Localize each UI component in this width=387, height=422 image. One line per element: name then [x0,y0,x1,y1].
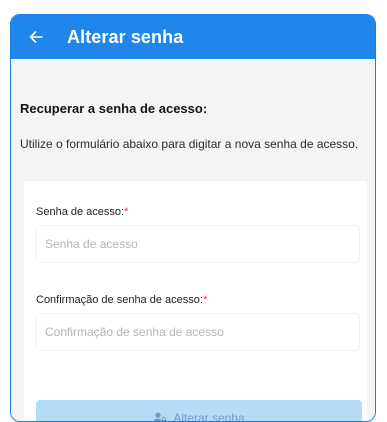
password-form-card: Senha de acesso:* Confirmação de senha d… [24,181,367,422]
required-mark: * [202,294,208,306]
section-description: Utilize o formulário abaixo para digitar… [20,137,359,151]
user-lock-icon [153,412,167,421]
app-window: Alterar senha Recuperar a senha de acess… [10,14,376,422]
password-label-text: Senha de acesso: [36,206,125,218]
change-password-button[interactable]: Alterar senha [36,400,362,422]
section-title: Recuperar a senha de acesso: [20,101,208,116]
app-bar: Alterar senha [11,15,375,59]
page-content: Recuperar a senha de acesso: Utilize o f… [11,59,375,421]
arrow-left-icon[interactable] [26,27,46,47]
password-label: Senha de acesso:* [36,206,128,218]
required-mark: * [124,206,129,218]
page-title: Alterar senha [67,26,184,47]
confirm-password-input[interactable] [35,313,360,351]
change-password-button-label: Alterar senha [173,411,245,422]
password-input[interactable] [35,225,360,263]
confirm-password-label-text: Confirmação de senha de acesso: [36,294,203,306]
confirm-password-label: Confirmação de senha de acesso:* [36,294,207,306]
